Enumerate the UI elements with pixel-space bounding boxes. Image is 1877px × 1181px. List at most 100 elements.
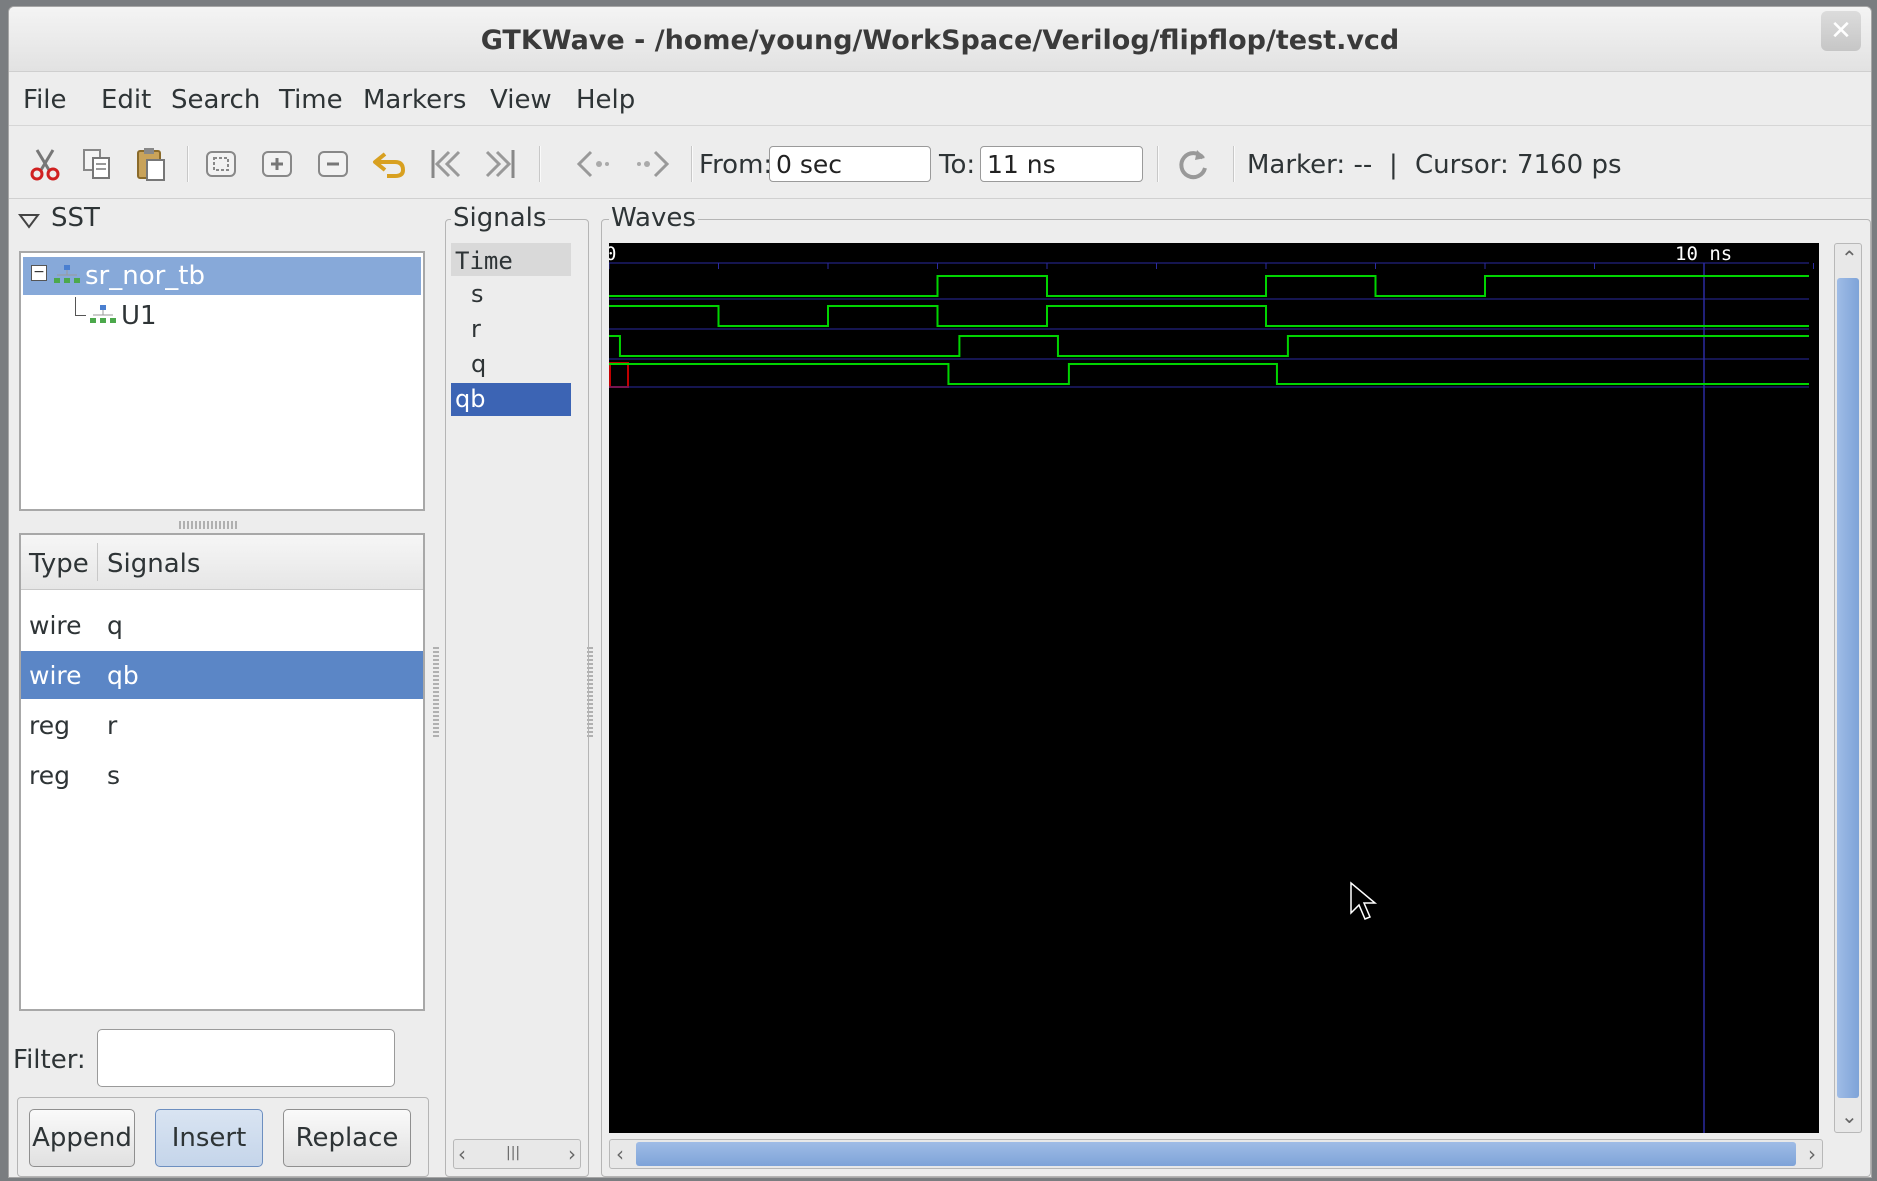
marker-readout: Marker: -- bbox=[1247, 150, 1373, 180]
menu-markers[interactable]: Markers bbox=[363, 85, 466, 115]
replace-button[interactable]: Replace bbox=[283, 1109, 411, 1167]
zoom-out-icon[interactable] bbox=[315, 146, 351, 182]
signal-type-list: Type Signals wire q wire qb reg r reg s bbox=[19, 533, 425, 1011]
scroll-left-icon[interactable]: ‹ bbox=[616, 1142, 624, 1166]
signal-type: reg bbox=[29, 711, 70, 740]
waveform-s bbox=[609, 275, 1809, 297]
cursor-readout: Cursor: 7160 ps bbox=[1415, 150, 1622, 180]
menu-edit[interactable]: Edit bbox=[101, 85, 151, 115]
expander-minus-icon[interactable]: − bbox=[31, 265, 47, 281]
insert-button[interactable]: Insert bbox=[155, 1109, 263, 1167]
scroll-right-icon[interactable]: › bbox=[568, 1142, 576, 1166]
scroll-right-icon[interactable]: › bbox=[1808, 1142, 1816, 1166]
tree-connector bbox=[75, 297, 86, 316]
signals-hscrollbar[interactable]: ‹ ||| › bbox=[453, 1139, 581, 1169]
waveform-plot[interactable]: 0 10 ns bbox=[605, 243, 1819, 1133]
time-axis-end-label: 10 ns bbox=[1675, 243, 1732, 265]
readout-separator: | bbox=[1389, 150, 1398, 180]
sst-title: SST bbox=[51, 203, 100, 233]
toolbar-separator bbox=[1157, 146, 1159, 182]
zoom-end-icon[interactable] bbox=[483, 146, 519, 182]
to-label: To: bbox=[939, 150, 976, 180]
row-label: s bbox=[471, 280, 484, 308]
zoom-in-icon[interactable] bbox=[259, 146, 295, 182]
time-row: Time bbox=[451, 243, 571, 276]
column-header-type[interactable]: Type bbox=[29, 549, 89, 579]
signal-name: qb bbox=[107, 661, 139, 690]
waves-hscrollbar[interactable]: ‹ › bbox=[609, 1139, 1823, 1169]
row-label: qb bbox=[455, 385, 486, 413]
toolbar-separator bbox=[539, 146, 541, 182]
list-item[interactable]: wire qb bbox=[21, 651, 423, 699]
hierarchy-icon bbox=[54, 265, 80, 283]
toolbar: From: To: Marker: -- | Cursor: 7160 ps bbox=[9, 126, 1871, 199]
reload-icon[interactable] bbox=[1175, 146, 1211, 182]
row-label: q bbox=[471, 350, 487, 378]
to-input[interactable] bbox=[980, 146, 1143, 182]
menu-help[interactable]: Help bbox=[576, 85, 635, 115]
pane-resize-handle[interactable] bbox=[433, 647, 439, 737]
copy-icon[interactable] bbox=[79, 146, 115, 182]
signals-list: Time s r q qb bbox=[451, 241, 583, 1141]
signal-row[interactable]: qb bbox=[451, 383, 571, 416]
waveform-r bbox=[609, 305, 1809, 327]
signal-name: s bbox=[107, 761, 121, 790]
undo-zoom-icon[interactable] bbox=[371, 146, 407, 182]
scroll-thumb[interactable] bbox=[636, 1142, 1796, 1166]
waves-title: Waves bbox=[609, 203, 698, 233]
selected-signal-highlight bbox=[609, 362, 629, 388]
list-header: Type Signals bbox=[21, 535, 423, 590]
tree-label: U1 bbox=[121, 301, 157, 331]
menu-bar: File Edit Search Time Markers View Help bbox=[9, 73, 1871, 126]
tree-label: sr_nor_tb bbox=[85, 261, 206, 291]
waves-canvas[interactable]: 0 10 ns bbox=[605, 243, 1819, 1133]
append-button[interactable]: Append bbox=[29, 1109, 135, 1167]
mouse-pointer-icon bbox=[1350, 881, 1378, 920]
prev-edge-icon[interactable] bbox=[575, 146, 611, 182]
toolbar-separator bbox=[187, 146, 189, 182]
menu-time[interactable]: Time bbox=[279, 85, 343, 115]
title-bar[interactable]: GTKWave - /home/young/WorkSpace/Verilog/… bbox=[9, 7, 1871, 72]
signal-name: q bbox=[107, 611, 123, 640]
list-item[interactable]: reg r bbox=[21, 701, 423, 749]
column-header-signals[interactable]: Signals bbox=[107, 549, 200, 579]
waves-vscrollbar[interactable]: ⌃ ⌄ bbox=[1834, 243, 1862, 1133]
close-button[interactable]: ✕ bbox=[1821, 11, 1861, 51]
next-edge-icon[interactable] bbox=[635, 146, 671, 182]
tree-node-sr-nor-tb[interactable]: − sr_nor_tb bbox=[23, 257, 421, 295]
signal-row[interactable]: s bbox=[451, 278, 571, 311]
zoom-start-icon[interactable] bbox=[427, 146, 463, 182]
filter-input[interactable] bbox=[97, 1029, 395, 1087]
cut-icon[interactable] bbox=[27, 146, 63, 182]
tree-node-u1[interactable]: U1 bbox=[23, 297, 421, 335]
sst-tree: − sr_nor_tb U1 bbox=[19, 251, 425, 511]
signal-type: wire bbox=[29, 611, 82, 640]
row-label: Time bbox=[455, 247, 513, 275]
scroll-thumb[interactable] bbox=[1837, 278, 1859, 1098]
scroll-grip-icon: ||| bbox=[506, 1145, 521, 1161]
column-divider bbox=[97, 543, 98, 581]
paste-icon[interactable] bbox=[133, 146, 169, 182]
hierarchy-icon bbox=[90, 305, 116, 323]
window-title: GTKWave - /home/young/WorkSpace/Verilog/… bbox=[480, 25, 1400, 56]
signal-row[interactable]: r bbox=[451, 313, 571, 346]
waveform-q bbox=[609, 335, 1809, 357]
from-label: From: bbox=[699, 150, 773, 180]
pane-resize-handle[interactable] bbox=[179, 521, 239, 529]
toolbar-separator bbox=[691, 146, 693, 182]
menu-view[interactable]: View bbox=[490, 85, 552, 115]
signal-name: r bbox=[107, 711, 118, 740]
scroll-left-icon[interactable]: ‹ bbox=[458, 1142, 466, 1166]
scroll-up-icon[interactable]: ⌃ bbox=[1841, 246, 1858, 270]
zoom-fit-icon[interactable] bbox=[203, 146, 239, 182]
signal-type: reg bbox=[29, 761, 70, 790]
from-input[interactable] bbox=[769, 146, 931, 182]
scroll-down-icon[interactable]: ⌄ bbox=[1841, 1104, 1858, 1128]
collapse-triangle-icon[interactable] bbox=[17, 209, 41, 233]
list-item[interactable]: reg s bbox=[21, 751, 423, 799]
menu-search[interactable]: Search bbox=[171, 85, 260, 115]
list-item[interactable]: wire q bbox=[21, 601, 423, 649]
time-axis-start-label: 0 bbox=[609, 243, 616, 265]
signal-row[interactable]: q bbox=[451, 348, 571, 381]
menu-file[interactable]: File bbox=[23, 85, 67, 115]
